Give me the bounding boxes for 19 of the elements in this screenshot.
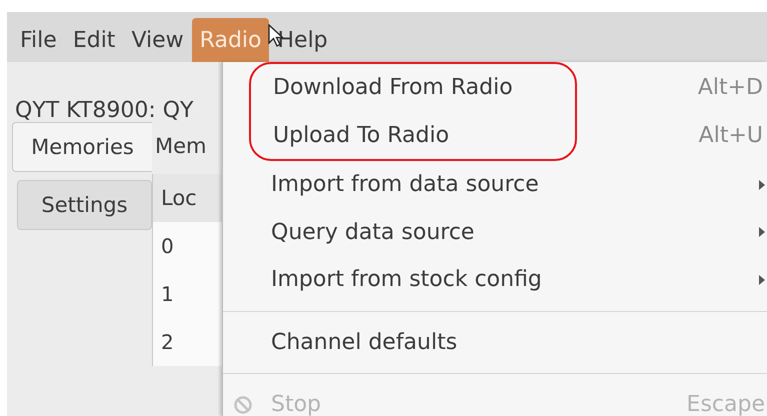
menu-bar-item[interactable]: View (123, 18, 192, 62)
tab[interactable]: Memories (12, 122, 152, 172)
menu-item[interactable]: Query data source (271, 220, 474, 245)
menu-bar-item[interactable]: File (12, 18, 65, 62)
table-cell-text: 0 (160, 233, 175, 260)
menu-item[interactable]: Upload To Radio (273, 122, 450, 148)
shortcut-label: Escape (686, 392, 765, 416)
table-cell-text: 2 (160, 329, 175, 356)
table-cell-text: 1 (160, 281, 175, 308)
window-title: QYT KT8900: QY (14, 97, 194, 122)
tab[interactable]: Settings (17, 180, 152, 230)
menu-item[interactable]: Channel defaults (271, 330, 458, 355)
shortcut-label: Alt+U (698, 122, 763, 148)
menu-item[interactable]: Download From Radio (273, 75, 513, 100)
shortcut-label: Alt+D (698, 75, 763, 100)
menu-item[interactable]: Import from stock config (271, 267, 542, 292)
menu-bar-item[interactable]: Edit (64, 18, 124, 62)
menu-item[interactable]: Import from data source (271, 172, 539, 198)
panel-label: Mem (154, 134, 208, 160)
